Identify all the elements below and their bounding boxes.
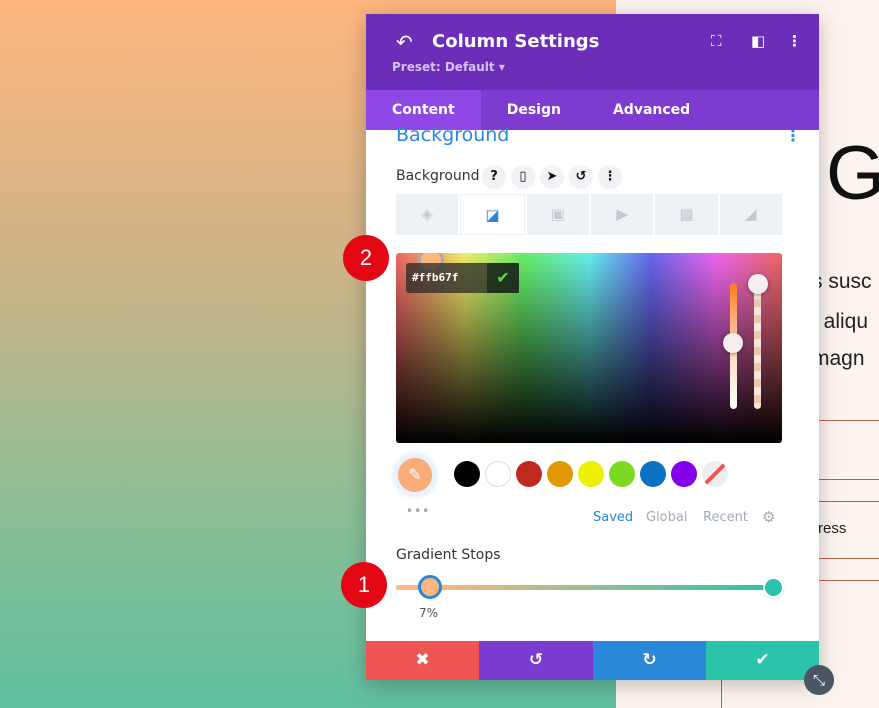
save-button[interactable]: ✔ [706,641,819,680]
palette-tab-saved[interactable]: Saved [593,510,633,525]
pattern-icon[interactable]: ▩ [655,194,718,235]
gradient-track[interactable] [396,585,774,590]
body-text-line: s susc [812,270,872,293]
swatch-purple[interactable] [671,461,697,487]
reset-icon[interactable]: ↺ [569,165,593,189]
undo-button[interactable]: ↺ [479,641,593,680]
confirm-check-icon[interactable]: ✔ [487,263,519,293]
more-options-icon[interactable]: ⋮ [787,32,802,50]
sidebar-layout-icon[interactable]: ◧ [751,32,765,50]
stop-position: 7% [419,606,439,620]
body-text-line: magn [812,347,865,370]
divider [721,680,722,708]
panel-title: Column Settings [432,31,600,52]
opacity-slider-handle[interactable] [748,274,768,294]
column-settings-panel: ↶ Column Settings Preset: Default ▾ ⛶ ◧ … [366,14,819,680]
swatch-yellow[interactable] [578,461,604,487]
more-swatches-icon[interactable]: ••• [406,504,430,518]
palette-tab-global[interactable]: Global [646,510,687,525]
gradient-stop-2[interactable] [765,579,782,596]
mobile-icon[interactable]: ▯ [511,165,535,189]
section-more-icon[interactable]: ⋮ [785,126,801,145]
body-text-line: t aliqu [812,310,869,333]
video-icon[interactable]: ▶ [590,194,654,235]
field-label: Background [396,168,480,184]
swatch-orange[interactable] [547,461,573,487]
cancel-button[interactable]: ✖ [366,641,479,680]
swatch-green[interactable] [609,461,635,487]
fullscreen-icon[interactable]: ⛶ [711,32,722,50]
step-badge-1: 1 [341,562,387,608]
page-heading: G [826,131,879,216]
swatch-white[interactable] [485,461,511,487]
eyedropper-icon[interactable]: ✎ [394,454,436,496]
gear-icon[interactable]: ⚙ [762,508,775,526]
section-title[interactable]: Background [396,124,509,146]
color-picker-area[interactable]: #ffb67f ✔ [396,253,782,443]
help-icon[interactable]: ? [482,165,506,189]
opacity-slider[interactable] [754,283,761,409]
panel-header: ↶ Column Settings Preset: Default ▾ ⛶ ◧ … [366,14,819,90]
preset-dropdown[interactable]: Preset: Default ▾ [392,60,505,74]
redo-button[interactable]: ↻ [593,641,706,680]
palette-tab-recent[interactable]: Recent [703,510,748,525]
paint-bucket-icon[interactable]: ◈ [396,194,459,235]
tab-advanced[interactable]: Advanced [587,90,716,130]
hover-cursor-icon[interactable]: ➤ [540,165,564,189]
panel-footer: ✖ ↺ ↻ ✔ [366,641,819,680]
gradient-icon[interactable]: ◪ [460,194,525,235]
swatch-red[interactable] [516,461,542,487]
swatch-transparent[interactable] [702,461,728,487]
back-arrow-icon[interactable]: ↶ [396,30,413,54]
gradient-stop-1[interactable] [418,575,442,599]
resize-icon[interactable]: ⤡ [804,665,834,695]
hex-value[interactable]: #ffb67f [412,271,458,284]
hex-input[interactable]: #ffb67f ✔ [406,263,519,293]
step-badge-2: 2 [343,235,389,281]
hue-slider-handle[interactable] [723,333,743,353]
body-text-word: ress [818,520,847,537]
gradient-stops-label: Gradient Stops [396,547,501,563]
more-icon[interactable]: ⋮ [598,165,622,189]
image-icon[interactable]: ▣ [526,194,589,235]
background-type-tabs: ◈ ◪ ▣ ▶ ▩ ◢ [396,194,782,235]
swatch-blue[interactable] [640,461,666,487]
mask-icon[interactable]: ◢ [719,194,782,235]
swatch-black[interactable] [454,461,480,487]
